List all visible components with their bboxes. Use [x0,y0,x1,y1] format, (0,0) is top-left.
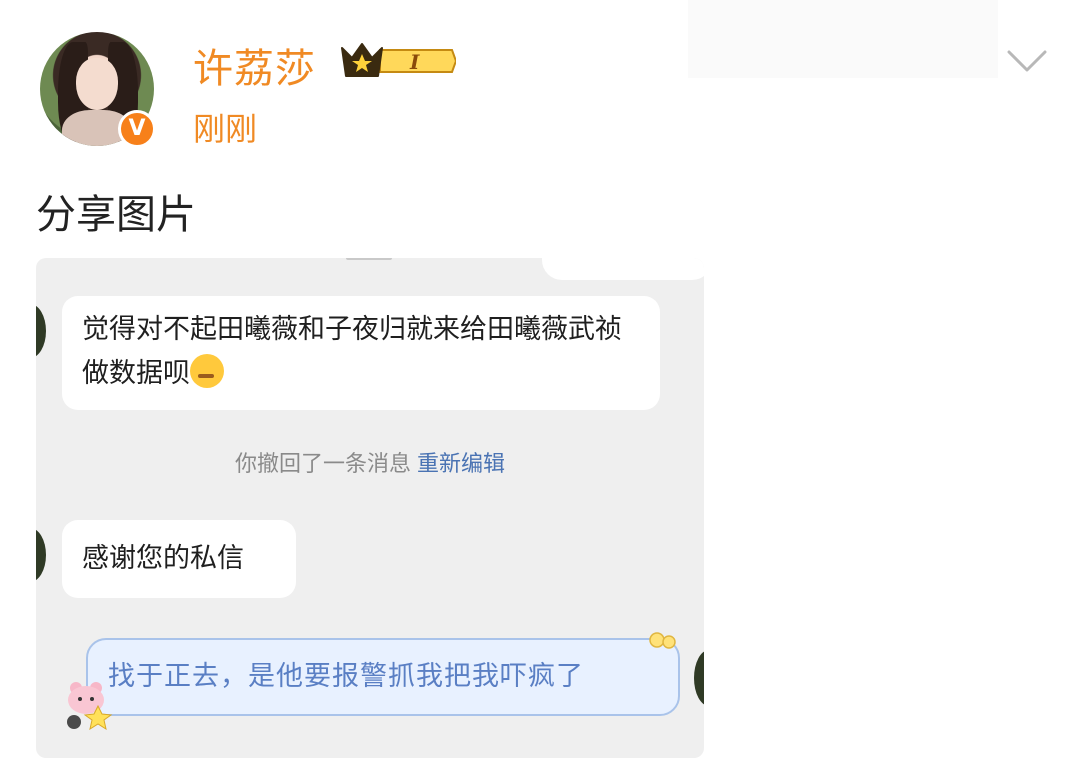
timestamp: 刚刚 [193,110,258,148]
level-badge-text: I [409,50,420,74]
sender-avatar [36,304,46,358]
bear-sticker-icon [67,682,113,730]
chevron-down-icon[interactable] [1006,44,1048,76]
thinking-face-emoji-icon [190,354,224,388]
message-bubble: 觉得对不起田曦薇和子夜归就来给田曦薇武祯做数据呗 [62,296,660,410]
message-text: 觉得对不起田曦薇和子夜归就来给田曦薇武祯做数据呗 [82,314,622,389]
re-edit-link[interactable]: 重新编辑 [417,452,505,477]
message-bubble: 感谢您的私信 [62,520,296,598]
recall-notice-text: 你撤回了一条消息 [234,452,411,477]
outgoing-message-bubble: 找于正去，是他要报警抓我把我吓疯了 [86,638,680,716]
crown-icon: I [341,43,456,77]
message-text: 感谢您的私信 [82,543,244,574]
outgoing-message-text: 找于正去，是他要报警抓我把我吓疯了 [108,661,584,692]
shared-image-chat-screenshot[interactable]: 觉得对不起田曦薇和子夜归就来给田曦薇武祯做数据呗 你撤回了一条消息 重新编辑 感谢… [36,258,704,758]
sender-avatar [36,528,46,582]
verified-badge-icon: V [118,110,156,148]
partial-time-mark [346,258,392,260]
username[interactable]: 许荔莎 [193,36,316,94]
faded-header-area [688,0,998,78]
self-avatar [694,650,704,706]
partial-bubble [542,258,704,280]
star-sticker-icon [649,632,676,649]
avatar-face [76,58,118,110]
post-caption: 分享图片 [36,192,196,238]
system-notice: 你撤回了一条消息 重新编辑 [36,446,704,478]
